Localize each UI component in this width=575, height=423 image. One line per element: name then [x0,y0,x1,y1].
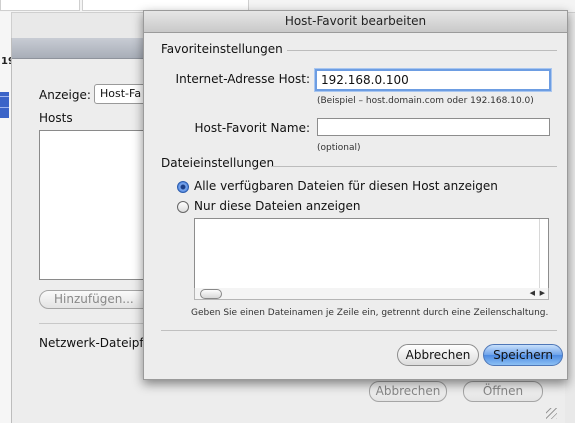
horizontal-scrollbar[interactable]: ◀ ▶ [194,288,549,300]
background-tab [0,0,80,11]
hosts-label: Hosts [39,111,73,125]
vertical-scrollbar[interactable] [539,219,548,289]
host-address-label: Internet-Adresse Host: [175,72,310,86]
network-path-label: Netzwerk-Dateipfa [39,336,151,350]
sheet-title: Host-Favorit bearbeiten [144,11,567,33]
radio-only-these-files[interactable] [177,201,189,213]
cancel-button[interactable]: Abbrechen [397,344,479,366]
radio-all-files-label[interactable]: Alle verfügbaren Dateien für diesen Host… [194,179,498,193]
scrollbar-thumb[interactable] [200,289,222,299]
resize-grip-icon[interactable] [546,408,557,419]
divider [39,323,159,324]
hosts-list[interactable] [39,130,153,280]
anzeige-label: Anzeige: [39,88,91,102]
divider [161,330,557,331]
group-divider [287,50,557,51]
host-name-hint: (optional) [317,143,361,153]
scroll-right-arrow-icon[interactable]: ▶ [540,288,545,299]
host-name-label: Host-Favorit Name: [194,121,310,135]
open-button[interactable]: Öffnen [463,381,543,402]
background-cancel-button[interactable]: Abbrechen [369,381,447,402]
host-address-input[interactable] [315,69,551,91]
left-strip-selection [0,92,9,118]
file-list-textarea[interactable] [194,218,549,290]
host-name-input[interactable] [317,118,550,136]
edit-host-favorite-sheet: Host-Favorit bearbeiten Favoriteinstellu… [143,10,568,380]
file-list-hint: Geben Sie einen Dateinamen je Zeile ein,… [191,308,549,318]
save-button[interactable]: Speichern [483,344,563,366]
favorites-group-label: Favoriteinstellungen [161,42,283,56]
scroll-left-arrow-icon[interactable]: ◀ [530,288,535,299]
group-divider [271,166,557,167]
files-group-label: Dateieinstellungen [161,156,275,170]
host-address-hint: (Beispiel – host.domain.com oder 192.168… [317,96,534,106]
radio-all-files[interactable] [177,181,189,193]
radio-only-these-files-label[interactable]: Nur diese Dateien anzeigen [194,199,361,213]
